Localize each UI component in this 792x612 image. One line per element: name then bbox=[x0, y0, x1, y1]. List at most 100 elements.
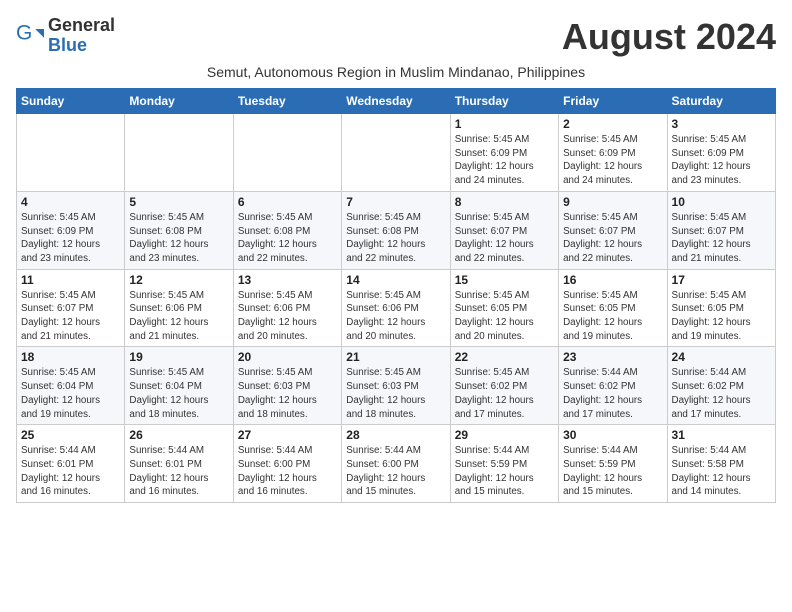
day-info: Sunrise: 5:45 AM Sunset: 6:03 PM Dayligh… bbox=[346, 366, 445, 421]
day-number: 12 bbox=[129, 273, 228, 287]
day-info: Sunrise: 5:45 AM Sunset: 6:06 PM Dayligh… bbox=[346, 289, 445, 344]
day-number: 1 bbox=[455, 117, 554, 131]
col-header-monday: Monday bbox=[125, 89, 233, 114]
day-number: 24 bbox=[672, 350, 771, 364]
day-info: Sunrise: 5:44 AM Sunset: 5:59 PM Dayligh… bbox=[563, 444, 662, 499]
calendar-cell: 20 Sunrise: 5:45 AM Sunset: 6:03 PM Dayli… bbox=[233, 347, 341, 425]
day-info: Sunrise: 5:44 AM Sunset: 6:00 PM Dayligh… bbox=[238, 444, 337, 499]
day-number: 2 bbox=[563, 117, 662, 131]
col-header-friday: Friday bbox=[559, 89, 667, 114]
calendar-cell: 26 Sunrise: 5:44 AM Sunset: 6:01 PM Dayli… bbox=[125, 425, 233, 503]
day-info: Sunrise: 5:44 AM Sunset: 6:00 PM Dayligh… bbox=[346, 444, 445, 499]
calendar-cell bbox=[233, 114, 341, 192]
day-number: 15 bbox=[455, 273, 554, 287]
calendar-cell: 15 Sunrise: 5:45 AM Sunset: 6:05 PM Dayli… bbox=[450, 269, 558, 347]
day-info: Sunrise: 5:45 AM Sunset: 6:02 PM Dayligh… bbox=[455, 366, 554, 421]
calendar-cell: 4 Sunrise: 5:45 AM Sunset: 6:09 PM Daylig… bbox=[17, 191, 125, 269]
day-number: 30 bbox=[563, 428, 662, 442]
day-number: 11 bbox=[21, 273, 120, 287]
calendar-cell: 2 Sunrise: 5:45 AM Sunset: 6:09 PM Daylig… bbox=[559, 114, 667, 192]
day-info: Sunrise: 5:45 AM Sunset: 6:08 PM Dayligh… bbox=[129, 211, 228, 266]
page-header: G General Blue August 2024 bbox=[16, 16, 776, 58]
day-info: Sunrise: 5:45 AM Sunset: 6:09 PM Dayligh… bbox=[563, 133, 662, 188]
calendar-cell: 31Sunrise: 5:44 AM Sunset: 5:58 PM Dayli… bbox=[667, 425, 775, 503]
day-info: Sunrise: 5:45 AM Sunset: 6:09 PM Dayligh… bbox=[21, 211, 120, 266]
calendar-cell: 1Sunrise: 5:45 AM Sunset: 6:09 PM Daylig… bbox=[450, 114, 558, 192]
day-number: 3 bbox=[672, 117, 771, 131]
day-number: 18 bbox=[21, 350, 120, 364]
calendar-week-1: 1 Sunrise: 5:45 AM Sunset: 6:09 PM Daylig… bbox=[17, 114, 776, 192]
calendar-cell bbox=[17, 114, 125, 192]
calendar-cell: 8 Sunrise: 5:45 AM Sunset: 6:07 PM Daylig… bbox=[450, 191, 558, 269]
calendar-cell: 24 Sunrise: 5:44 AM Sunset: 6:02 PM Dayli… bbox=[667, 347, 775, 425]
day-number: 5 bbox=[129, 195, 228, 209]
day-info: Sunrise: 5:45 AM Sunset: 6:08 PM Dayligh… bbox=[238, 211, 337, 266]
logo: G General Blue bbox=[16, 16, 115, 56]
day-info: Sunrise: 5:45 AM Sunset: 6:06 PM Dayligh… bbox=[238, 289, 337, 344]
day-info: Sunrise: 5:44 AM Sunset: 6:02 PM Dayligh… bbox=[672, 366, 771, 421]
calendar-cell: 11 Sunrise: 5:45 AM Sunset: 6:07 PM Dayli… bbox=[17, 269, 125, 347]
day-number: 7 bbox=[346, 195, 445, 209]
calendar-table: SundayMondayTuesdayWednesdayThursdayFrid… bbox=[16, 88, 776, 503]
logo-general: General bbox=[48, 15, 115, 35]
calendar-cell: 30 Sunrise: 5:44 AM Sunset: 5:59 PM Dayli… bbox=[559, 425, 667, 503]
calendar-cell: 22 Sunrise: 5:45 AM Sunset: 6:02 PM Dayli… bbox=[450, 347, 558, 425]
day-number: 8 bbox=[455, 195, 554, 209]
calendar-cell: 6Sunrise: 5:45 AM Sunset: 6:08 PM Daylig… bbox=[233, 191, 341, 269]
day-number: 22 bbox=[455, 350, 554, 364]
day-info: Sunrise: 5:45 AM Sunset: 6:08 PM Dayligh… bbox=[346, 211, 445, 266]
day-number: 9 bbox=[563, 195, 662, 209]
calendar-cell: 27 Sunrise: 5:44 AM Sunset: 6:00 PM Dayli… bbox=[233, 425, 341, 503]
day-info: Sunrise: 5:45 AM Sunset: 6:07 PM Dayligh… bbox=[563, 211, 662, 266]
calendar-cell: 29Sunrise: 5:44 AM Sunset: 5:59 PM Dayli… bbox=[450, 425, 558, 503]
day-info: Sunrise: 5:45 AM Sunset: 6:05 PM Dayligh… bbox=[563, 289, 662, 344]
calendar-week-3: 11 Sunrise: 5:45 AM Sunset: 6:07 PM Dayli… bbox=[17, 269, 776, 347]
day-info: Sunrise: 5:45 AM Sunset: 6:04 PM Dayligh… bbox=[21, 366, 120, 421]
day-info: Sunrise: 5:45 AM Sunset: 6:07 PM Dayligh… bbox=[455, 211, 554, 266]
calendar-header-row: SundayMondayTuesdayWednesdayThursdayFrid… bbox=[17, 89, 776, 114]
calendar-week-2: 4 Sunrise: 5:45 AM Sunset: 6:09 PM Daylig… bbox=[17, 191, 776, 269]
day-number: 27 bbox=[238, 428, 337, 442]
day-number: 10 bbox=[672, 195, 771, 209]
day-info: Sunrise: 5:45 AM Sunset: 6:05 PM Dayligh… bbox=[672, 289, 771, 344]
calendar-cell bbox=[125, 114, 233, 192]
day-number: 20 bbox=[238, 350, 337, 364]
calendar-cell: 10 Sunrise: 5:45 AM Sunset: 6:07 PM Dayli… bbox=[667, 191, 775, 269]
day-info: Sunrise: 5:45 AM Sunset: 6:07 PM Dayligh… bbox=[672, 211, 771, 266]
day-info: Sunrise: 5:44 AM Sunset: 6:01 PM Dayligh… bbox=[129, 444, 228, 499]
calendar-cell: 19 Sunrise: 5:45 AM Sunset: 6:04 PM Dayli… bbox=[125, 347, 233, 425]
day-info: Sunrise: 5:45 AM Sunset: 6:03 PM Dayligh… bbox=[238, 366, 337, 421]
day-info: Sunrise: 5:44 AM Sunset: 5:59 PM Dayligh… bbox=[455, 444, 554, 499]
day-number: 19 bbox=[129, 350, 228, 364]
col-header-thursday: Thursday bbox=[450, 89, 558, 114]
day-info: Sunrise: 5:45 AM Sunset: 6:04 PM Dayligh… bbox=[129, 366, 228, 421]
calendar-week-5: 25 Sunrise: 5:44 AM Sunset: 6:01 PM Dayli… bbox=[17, 425, 776, 503]
day-number: 4 bbox=[21, 195, 120, 209]
day-number: 31 bbox=[672, 428, 771, 442]
day-info: Sunrise: 5:45 AM Sunset: 6:07 PM Dayligh… bbox=[21, 289, 120, 344]
calendar-cell: 17Sunrise: 5:45 AM Sunset: 6:05 PM Dayli… bbox=[667, 269, 775, 347]
day-number: 26 bbox=[129, 428, 228, 442]
calendar-cell: 14 Sunrise: 5:45 AM Sunset: 6:06 PM Dayli… bbox=[342, 269, 450, 347]
logo-blue-text: Blue bbox=[48, 35, 87, 55]
day-number: 25 bbox=[21, 428, 120, 442]
calendar-cell: 18 Sunrise: 5:45 AM Sunset: 6:04 PM Dayli… bbox=[17, 347, 125, 425]
day-info: Sunrise: 5:44 AM Sunset: 6:02 PM Dayligh… bbox=[563, 366, 662, 421]
logo-icon: G bbox=[16, 22, 44, 50]
calendar-cell: 12Sunrise: 5:45 AM Sunset: 6:06 PM Dayli… bbox=[125, 269, 233, 347]
month-title: August 2024 bbox=[562, 16, 776, 58]
day-number: 14 bbox=[346, 273, 445, 287]
day-info: Sunrise: 5:44 AM Sunset: 6:01 PM Dayligh… bbox=[21, 444, 120, 499]
calendar-cell: 13Sunrise: 5:45 AM Sunset: 6:06 PM Dayli… bbox=[233, 269, 341, 347]
calendar-cell: 16 Sunrise: 5:45 AM Sunset: 6:05 PM Dayli… bbox=[559, 269, 667, 347]
day-number: 16 bbox=[563, 273, 662, 287]
day-info: Sunrise: 5:45 AM Sunset: 6:05 PM Dayligh… bbox=[455, 289, 554, 344]
calendar-cell: 7 Sunrise: 5:45 AM Sunset: 6:08 PM Daylig… bbox=[342, 191, 450, 269]
calendar-cell: 21Sunrise: 5:45 AM Sunset: 6:03 PM Dayli… bbox=[342, 347, 450, 425]
day-info: Sunrise: 5:45 AM Sunset: 6:09 PM Dayligh… bbox=[672, 133, 771, 188]
col-header-wednesday: Wednesday bbox=[342, 89, 450, 114]
calendar-cell: 3 Sunrise: 5:45 AM Sunset: 6:09 PM Daylig… bbox=[667, 114, 775, 192]
calendar-cell: 25 Sunrise: 5:44 AM Sunset: 6:01 PM Dayli… bbox=[17, 425, 125, 503]
calendar-cell bbox=[342, 114, 450, 192]
calendar-week-4: 18 Sunrise: 5:45 AM Sunset: 6:04 PM Dayli… bbox=[17, 347, 776, 425]
